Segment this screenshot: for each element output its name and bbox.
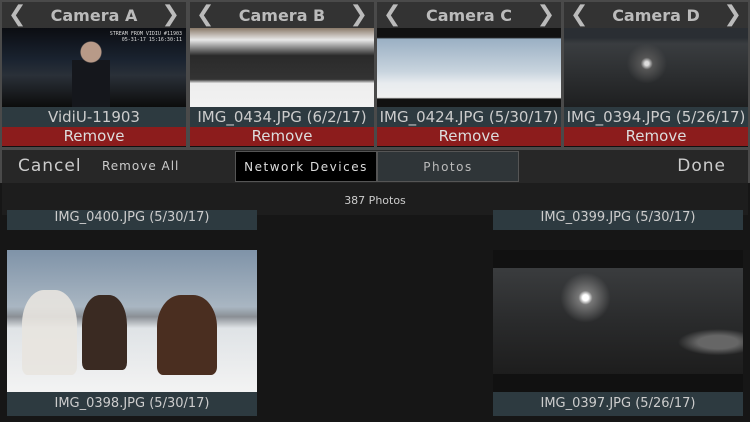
remove-button[interactable]: Remove (377, 127, 561, 146)
camera-source: IMG_0424.JPG (5/30/17) (377, 107, 561, 127)
camera-b-slot: ❮ Camera B ❯ IMG_0434.JPG (6/2/17) Remove (190, 2, 374, 147)
camera-source: IMG_0434.JPG (6/2/17) (190, 107, 374, 127)
cancel-button[interactable]: Cancel (18, 150, 82, 183)
camera-preview (190, 28, 374, 107)
camera-a-slot: ❮ Camera A ❯ STREAM FROM VIDIU #11903 05-3… (2, 2, 186, 147)
remove-all-button[interactable]: Remove All (102, 150, 179, 183)
camera-preview (564, 28, 748, 107)
remove-button[interactable]: Remove (2, 127, 186, 146)
tab-photos[interactable]: Photos (377, 151, 519, 182)
camera-source: IMG_0394.JPG (5/26/17) (564, 107, 748, 127)
photo-thumbnail[interactable] (493, 250, 743, 392)
chevron-left-icon[interactable]: ❮ (383, 4, 401, 26)
camera-strip: ❮ Camera A ❯ STREAM FROM VIDIU #11903 05-3… (0, 0, 750, 150)
camera-preview (377, 28, 561, 107)
camera-title: Camera A (50, 5, 138, 25)
done-button[interactable]: Done (677, 150, 726, 183)
chevron-right-icon[interactable]: ❯ (350, 4, 368, 26)
picker-toolbar: Cancel Remove All Network Devices Photos… (0, 150, 750, 183)
camera-source: VidiU-11903 (2, 107, 186, 127)
photo-label[interactable]: IMG_0399.JPG (5/30/17) (493, 210, 743, 230)
photo-label[interactable]: IMG_0398.JPG (5/30/17) (7, 392, 257, 416)
stream-overlay: STREAM FROM VIDIU #11903 05-31-17 15:16:… (109, 31, 182, 43)
remove-button[interactable]: Remove (190, 127, 374, 146)
chevron-right-icon[interactable]: ❯ (724, 4, 742, 26)
camera-title: Camera B (238, 5, 326, 25)
tab-network-devices[interactable]: Network Devices (235, 151, 377, 182)
photo-label[interactable]: IMG_0400.JPG (5/30/17) (7, 210, 257, 230)
chevron-right-icon[interactable]: ❯ (537, 4, 555, 26)
chevron-left-icon[interactable]: ❮ (8, 4, 26, 26)
camera-title: Camera D (612, 5, 700, 25)
camera-d-slot: ❮ Camera D ❯ IMG_0394.JPG (5/26/17) Remove (564, 2, 748, 147)
remove-button[interactable]: Remove (564, 127, 748, 146)
camera-c-slot: ❮ Camera C ❯ IMG_0424.JPG (5/30/17) Remove (377, 2, 561, 147)
chevron-left-icon[interactable]: ❮ (196, 4, 214, 26)
photo-label[interactable]: IMG_0397.JPG (5/26/17) (493, 392, 743, 416)
chevron-right-icon[interactable]: ❯ (162, 4, 180, 26)
chevron-left-icon[interactable]: ❮ (570, 4, 588, 26)
camera-title: Camera C (425, 5, 513, 25)
photo-thumbnail[interactable] (7, 250, 257, 392)
camera-preview: STREAM FROM VIDIU #11903 05-31-17 15:16:… (2, 28, 186, 107)
